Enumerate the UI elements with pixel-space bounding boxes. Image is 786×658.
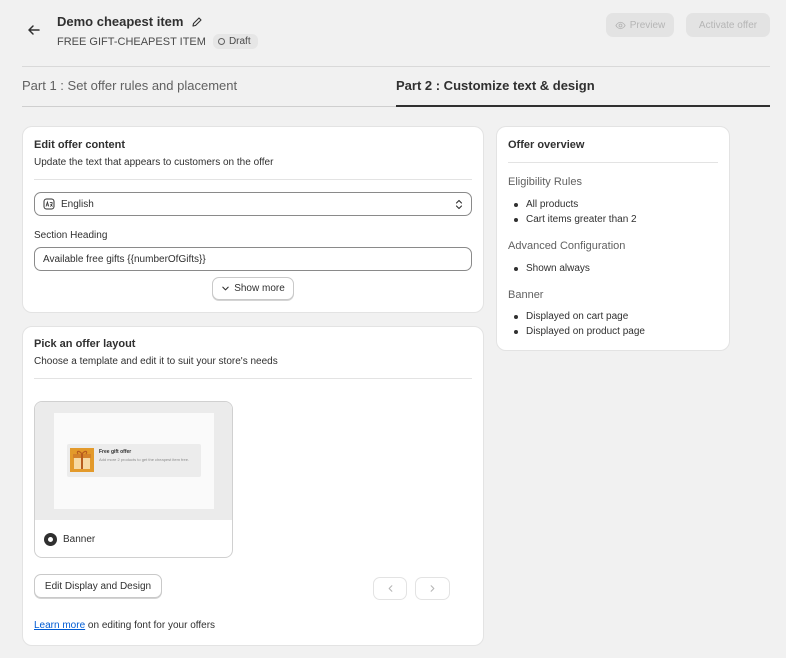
chevron-up-down-icon: [455, 199, 463, 209]
section-heading-input[interactable]: Available free gifts {{numberOfGifts}}: [34, 247, 472, 271]
overview-list-item-text: Displayed on product page: [526, 326, 645, 337]
card-divider: [34, 179, 472, 180]
preview-banner-title: Free gift offer: [99, 449, 132, 455]
overview-list-item-text: Displayed on cart page: [526, 311, 629, 322]
preview-banner-text: Add more 2 products to get the cheapest …: [99, 457, 190, 462]
language-select[interactable]: English: [34, 192, 472, 216]
edit-content-description: Update the text that appears to customer…: [34, 157, 274, 168]
status-dot-icon: [217, 38, 225, 45]
next-template-button[interactable]: [415, 577, 450, 600]
section-heading-label: Section Heading: [34, 230, 108, 241]
template-preview-canvas: Free gift offer Add more 2 products to g…: [54, 413, 214, 509]
show-more-button[interactable]: Show more: [212, 277, 294, 300]
preview-button[interactable]: Preview: [606, 13, 674, 37]
overview-list-item-text: All products: [526, 199, 579, 210]
section-heading-value: Available free gifts {{numberOfGifts}}: [43, 253, 206, 265]
preview-label: Preview: [629, 19, 666, 31]
tab-part-2[interactable]: Part 2 : Customize text & design: [396, 78, 595, 93]
translate-icon: [43, 198, 55, 210]
page-title-row: Demo cheapest item: [57, 14, 203, 29]
edit-display-design-button[interactable]: Edit Display and Design: [34, 574, 162, 598]
template-radio-selected[interactable]: [44, 533, 57, 546]
overview-section-title: Advanced Configuration: [508, 240, 626, 252]
preview-banner: Free gift offer Add more 2 products to g…: [67, 444, 201, 477]
overview-title: Offer overview: [508, 139, 585, 151]
layout-title: Pick an offer layout: [34, 338, 136, 350]
edit-display-design-label: Edit Display and Design: [44, 580, 152, 592]
activate-offer-label: Activate offer: [698, 19, 758, 31]
overview-list-item-text: Shown always: [526, 263, 590, 274]
pencil-icon[interactable]: [191, 16, 203, 28]
prev-template-button[interactable]: [373, 577, 407, 600]
back-button[interactable]: [26, 22, 42, 38]
layout-footer: Learn more on editing font for your offe…: [34, 620, 215, 631]
overview-list-item: Shown always: [514, 263, 590, 274]
page-title: Demo cheapest item: [57, 14, 184, 29]
template-name: Banner: [63, 534, 96, 545]
chevron-right-icon: [430, 585, 435, 592]
overview-list-item: Displayed on cart page: [514, 311, 628, 322]
chevron-left-icon: [388, 585, 392, 592]
tab-active-indicator: [396, 105, 770, 107]
eye-icon: [615, 21, 626, 29]
activate-offer-button[interactable]: Activate offer: [686, 13, 770, 37]
overview-list-item: Cart items greater than 2: [514, 214, 637, 225]
arrow-left-icon: [28, 25, 40, 35]
overview-list-item-text: Cart items greater than 2: [526, 214, 637, 225]
status-badge-label: Draft: [228, 36, 251, 47]
learn-more-link[interactable]: Learn more: [34, 620, 85, 631]
chevron-down-icon: [222, 286, 229, 291]
overview-section-title: Eligibility Rules: [508, 176, 582, 188]
template-option-banner[interactable]: Free gift offer Add more 2 products to g…: [34, 401, 233, 558]
overview-section-title: Banner: [508, 289, 544, 301]
template-preview: Free gift offer Add more 2 products to g…: [35, 402, 232, 520]
header-divider: [22, 66, 770, 67]
layout-description: Choose a template and edit it to suit yo…: [34, 356, 278, 367]
layout-footer-text: on editing font for your offers: [87, 620, 216, 631]
edit-content-title: Edit offer content: [34, 139, 126, 151]
page-subtitle-row: FREE GIFT-CHEAPEST ITEM Draft: [57, 34, 258, 49]
overview-list-item: All products: [514, 199, 578, 210]
card-divider: [508, 162, 718, 163]
overview-list-item: Displayed on product page: [514, 326, 645, 337]
gift-icon: [70, 448, 94, 472]
show-more-label: Show more: [234, 283, 285, 294]
tab-underline: [22, 106, 396, 107]
language-value: English: [61, 198, 94, 210]
status-badge: Draft: [212, 34, 258, 49]
offer-type: FREE GIFT-CHEAPEST ITEM: [57, 35, 206, 48]
tab-part-1[interactable]: Part 1 : Set offer rules and placement: [22, 78, 237, 93]
card-divider: [34, 378, 472, 379]
